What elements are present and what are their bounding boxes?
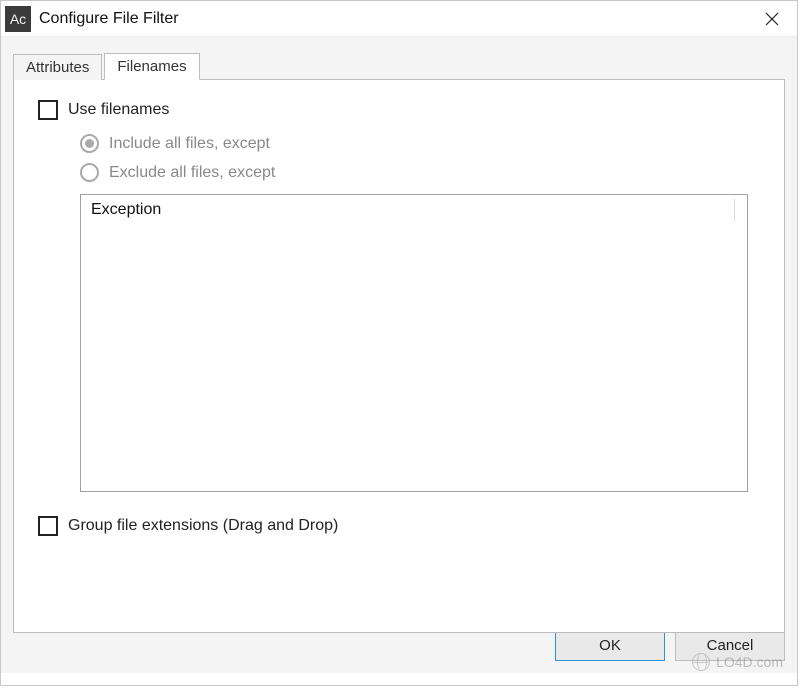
close-button[interactable]: [747, 1, 797, 37]
tab-filenames[interactable]: Filenames: [104, 53, 199, 80]
use-filenames-label[interactable]: Use filenames: [68, 101, 169, 119]
exclude-radio[interactable]: [80, 163, 99, 182]
include-radio-row: Include all files, except: [80, 134, 760, 153]
include-radio[interactable]: [80, 134, 99, 153]
include-exclude-radio-group: Include all files, except Exclude all fi…: [80, 134, 760, 182]
close-icon: [765, 12, 779, 26]
use-filenames-checkbox[interactable]: [38, 100, 58, 120]
exclude-radio-row: Exclude all files, except: [80, 163, 760, 182]
dialog-window: Ac Configure File Filter Attributes File…: [0, 0, 798, 686]
exclude-radio-label[interactable]: Exclude all files, except: [109, 164, 275, 182]
group-extensions-label[interactable]: Group file extensions (Drag and Drop): [68, 517, 338, 535]
window-title: Configure File Filter: [39, 10, 179, 28]
ok-button[interactable]: OK: [555, 629, 665, 661]
titlebar: Ac Configure File Filter: [1, 1, 797, 37]
tab-attributes[interactable]: Attributes: [13, 54, 102, 80]
use-filenames-row: Use filenames: [38, 100, 760, 120]
group-extensions-checkbox[interactable]: [38, 516, 58, 536]
include-radio-label[interactable]: Include all files, except: [109, 135, 270, 153]
exception-list[interactable]: Exception: [80, 194, 748, 492]
content-area: Attributes Filenames Use filenames Inclu…: [1, 37, 797, 629]
tab-strip: Attributes Filenames: [13, 49, 785, 79]
group-extensions-row: Group file extensions (Drag and Drop): [38, 516, 760, 536]
exception-list-header[interactable]: Exception: [81, 195, 747, 225]
app-icon: Ac: [5, 6, 31, 32]
cancel-button[interactable]: Cancel: [675, 629, 785, 661]
tab-panel-filenames: Use filenames Include all files, except …: [13, 79, 785, 633]
button-bar: OK Cancel: [1, 629, 797, 673]
